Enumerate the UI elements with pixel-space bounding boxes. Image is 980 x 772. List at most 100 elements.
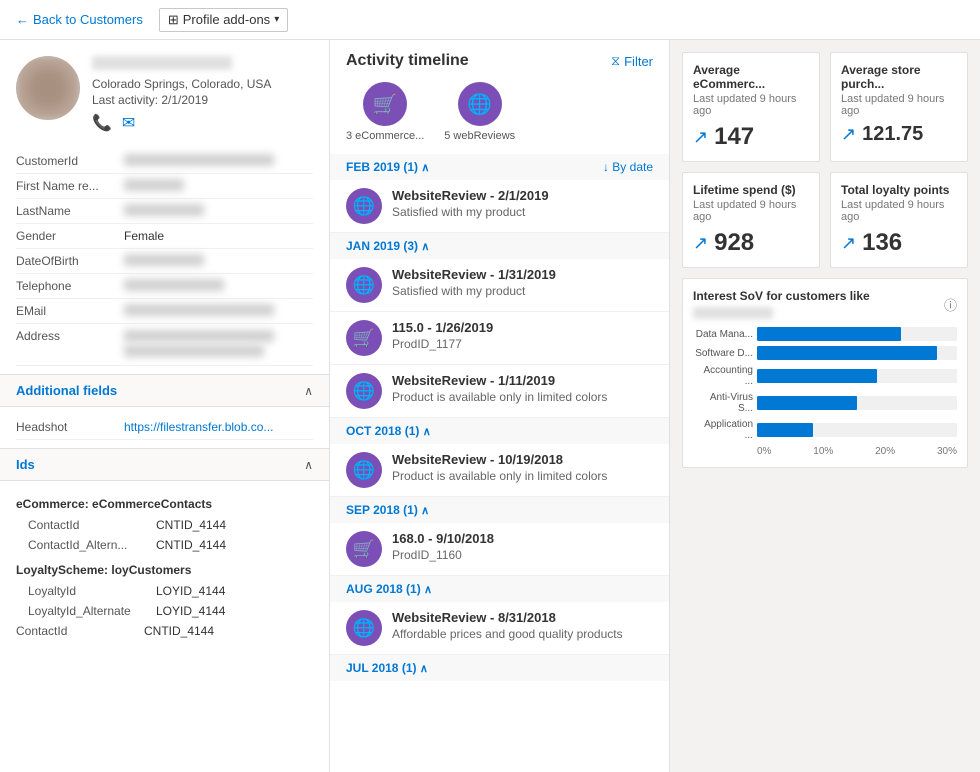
webreviews-icon-circle: 🌐 [458, 82, 502, 126]
trend-up-icon: ↗ [693, 233, 708, 254]
profile-addons-label: Profile add-ons [183, 12, 270, 27]
chart-title-row: Interest SoV for customers like ⓘ [693, 289, 957, 319]
ids-section-header[interactable]: Ids ∧ [0, 448, 329, 481]
chart-axis-label: 0% [757, 446, 771, 457]
trend-up-icon: ↗ [693, 127, 708, 148]
phone-icon[interactable]: 📞 [92, 113, 112, 133]
additional-fields-section-header[interactable]: Additional fields ∧ [0, 374, 329, 407]
field-value-address1 [124, 330, 274, 342]
metric-card-updated: Last updated 9 hours ago [841, 93, 957, 117]
timeline-sort-button[interactable]: ↓ By date [603, 160, 653, 174]
timeline-subtitle: Product is available only in limited col… [392, 390, 653, 404]
info-icon[interactable]: ⓘ [944, 295, 957, 314]
field-row: DateOfBirth [16, 249, 313, 274]
metric-card-store: Average store purch... Last updated 9 ho… [830, 52, 968, 162]
timeline-content: 168.0 - 9/10/2018 ProdID_1160 [392, 531, 653, 562]
field-label: CustomerId [16, 154, 116, 168]
profile-addons-button[interactable]: ⊞ Profile add-ons ▾ [159, 8, 288, 32]
additional-fields-content: Headshot https://filestransfer.blob.co..… [0, 407, 329, 448]
profile-actions: 📞 ✉ [92, 113, 313, 133]
bar-track [757, 396, 957, 410]
bar-label: Software D... [693, 348, 753, 359]
timeline-item: 🌐 WebsiteReview - 1/11/2019 Product is a… [330, 365, 669, 418]
activity-icon-ecommerce: 🛒 3 eCommerce... [346, 82, 424, 142]
timeline-item: 🌐 WebsiteReview - 8/31/2018 Affordable p… [330, 602, 669, 655]
timeline-content: 115.0 - 1/26/2019 ProdID_1177 [392, 320, 653, 351]
timeline-item: 🌐 WebsiteReview - 10/19/2018 Product is … [330, 444, 669, 497]
field-row: Telephone [16, 274, 313, 299]
timeline-group-label: OCT 2018 (1) ∧ [346, 424, 431, 438]
timeline-title: 168.0 - 9/10/2018 [392, 531, 653, 546]
field-value-email [124, 304, 274, 316]
filter-button[interactable]: ⧖ Filter [611, 53, 653, 69]
bar-label: Anti-Virus S... [693, 392, 753, 414]
ids-label: ContactId [28, 518, 148, 532]
timeline-content: WebsiteReview - 1/11/2019 Product is ava… [392, 373, 653, 404]
timeline-icon-cart: 🛒 [346, 320, 382, 356]
headshot-value[interactable]: https://filestransfer.blob.co... [124, 420, 273, 434]
headshot-label: Headshot [16, 420, 116, 434]
metric-card-updated: Last updated 9 hours ago [841, 199, 957, 223]
bar-fill [757, 396, 857, 410]
email-icon[interactable]: ✉ [122, 113, 135, 133]
bar-track [757, 327, 957, 341]
metric-value-ecommerce: 147 [714, 123, 754, 151]
field-label: Telephone [16, 279, 116, 293]
metric-card-value-row: ↗ 147 [693, 123, 809, 151]
timeline-group-feb2019[interactable]: FEB 2019 (1) ∧ ↓ By date [330, 154, 669, 180]
timeline-group-label: JUL 2018 (1) ∧ [346, 661, 428, 675]
profile-name [92, 56, 232, 70]
ids-label: LoyaltyId_Alternate [28, 604, 148, 618]
ecommerce-icon-circle: 🛒 [363, 82, 407, 126]
timeline-group-jul2018[interactable]: JUL 2018 (1) ∧ [330, 655, 669, 681]
metric-card-value-row: ↗ 136 [841, 229, 957, 257]
timeline-group-jan2019[interactable]: JAN 2019 (3) ∧ [330, 233, 669, 259]
timeline-content: WebsiteReview - 8/31/2018 Affordable pri… [392, 610, 653, 641]
timeline-title: WebsiteReview - 10/19/2018 [392, 452, 653, 467]
field-value-telephone [124, 279, 224, 291]
timeline-group-oct2018[interactable]: OCT 2018 (1) ∧ [330, 418, 669, 444]
headshot-row: Headshot https://filestransfer.blob.co..… [16, 415, 313, 440]
webreviews-icon-label: 5 webReviews [444, 130, 515, 142]
metric-value-store: 121.75 [862, 123, 923, 146]
timeline-icon-web: 🌐 [346, 188, 382, 224]
avatar [16, 56, 80, 120]
collapse-icon: ∧ [304, 458, 313, 472]
timeline-icon-web: 🌐 [346, 452, 382, 488]
metric-card-updated: Last updated 9 hours ago [693, 199, 809, 223]
field-value-lastname [124, 204, 204, 216]
ids-row: ContactId CNTID_4144 [16, 515, 313, 535]
profile-addons-grid-icon: ⊞ [168, 12, 179, 28]
bar-track [757, 369, 957, 383]
profile-location: Colorado Springs, Colorado, USA [92, 77, 313, 91]
ids-value: LOYID_4144 [156, 604, 225, 618]
timeline-group-aug2018[interactable]: AUG 2018 (1) ∧ [330, 576, 669, 602]
timeline-title: WebsiteReview - 2/1/2019 [392, 188, 653, 203]
chevron-down-icon: ▾ [274, 14, 279, 25]
field-label: EMail [16, 304, 116, 318]
bar-label: Data Mana... [693, 329, 753, 340]
activity-header: Activity timeline ⧖ Filter [330, 40, 669, 78]
top-bar: ← Back to Customers ⊞ Profile add-ons ▾ [0, 0, 980, 40]
back-to-customers-link[interactable]: ← Back to Customers [16, 12, 143, 27]
timeline-icon-web: 🌐 [346, 267, 382, 303]
field-row: First Name re... [16, 174, 313, 199]
metric-card-updated: Last updated 9 hours ago [693, 93, 809, 117]
metric-card-title: Total loyalty points [841, 183, 957, 197]
timeline-group-sep2018[interactable]: SEP 2018 (1) ∧ [330, 497, 669, 523]
field-row: Gender Female [16, 224, 313, 249]
timeline-subtitle: ProdID_1160 [392, 548, 653, 562]
center-panel: Activity timeline ⧖ Filter 🛒 3 eCommerce… [330, 40, 670, 772]
timeline-content: WebsiteReview - 10/19/2018 Product is av… [392, 452, 653, 483]
field-value-gender: Female [124, 229, 164, 241]
ids-group-title-ecommerce: eCommerce: eCommerceContacts [16, 497, 313, 511]
ids-row: LoyaltyId LOYID_4144 [16, 581, 313, 601]
field-row: CustomerId [16, 149, 313, 174]
filter-icon: ⧖ [611, 53, 620, 69]
bar-fill [757, 346, 937, 360]
field-label: Gender [16, 229, 116, 243]
ids-row: LoyaltyId_Alternate LOYID_4144 [16, 601, 313, 621]
timeline-item: 🛒 168.0 - 9/10/2018 ProdID_1160 [330, 523, 669, 576]
collapse-icon: ∧ [304, 384, 313, 398]
chart-title-prefix: Interest SoV for customers like [693, 289, 870, 303]
